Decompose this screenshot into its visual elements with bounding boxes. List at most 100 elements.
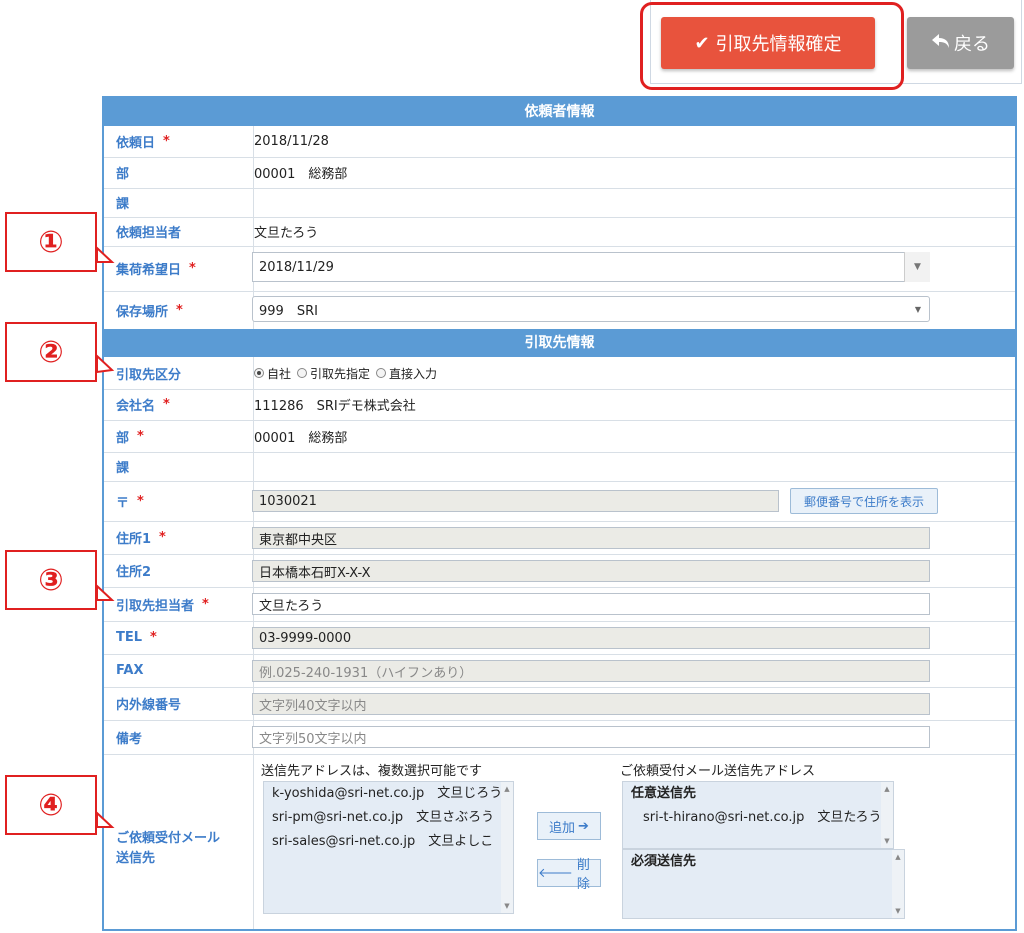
row-storage: 保存場所 * 999 SRI ▼ (104, 291, 1015, 329)
company-value: 111286 SRIデモ株式会社 (254, 399, 416, 414)
contact-text: 文旦たろう (259, 598, 324, 614)
date-dropdown-icon[interactable]: ▼ (904, 252, 930, 282)
pickup-type-radios: 自社 引取先指定 直接入力 (254, 357, 443, 389)
label: 課 (116, 197, 130, 212)
delete-button[interactable]: 🡐 削除 (537, 858, 601, 892)
radio-label: 直接入力 (389, 366, 438, 381)
label: 課 (116, 461, 130, 476)
fax-input[interactable]: 例.025-240-1931（ハイフンあり） (252, 660, 930, 682)
fax-placeholder: 例.025-240-1931（ハイフンあり） (259, 665, 473, 681)
radio-own-company[interactable]: 自社 (254, 365, 291, 382)
address2-input[interactable]: 日本橋本石町X-X-X (252, 560, 930, 582)
label: 依頼担当者 (116, 226, 182, 241)
scroll-down-icon: ▼ (884, 837, 890, 845)
radio-designated[interactable]: 引取先指定 (297, 365, 370, 382)
undo-arrow-icon (931, 33, 951, 54)
candidate-listbox[interactable]: k-yoshida@sri-net.co.jp 文旦じろう sri-pm@sri… (263, 781, 514, 914)
label: 住所2 (116, 565, 152, 580)
scrollbar[interactable]: ▲ ▼ (892, 850, 904, 918)
scroll-down-icon: ▼ (504, 902, 510, 910)
request-form: 依頼者情報 依頼日 * 2018/11/28 部 00001 総務部 課 依頼担当… (102, 96, 1017, 931)
row-tel: TEL * 03-9999-0000 (104, 621, 1015, 655)
row-pickup-dept: 部 * 00001 総務部 (104, 420, 1015, 453)
candidate-caption: 送信先アドレスは、複数選択可能です (261, 764, 483, 779)
label: 住所1 (116, 532, 152, 547)
row-pickup-date: 集荷希望日 * 2018/11/29 ▼ (104, 246, 1015, 292)
radio-unchecked-icon (297, 368, 308, 378)
extension-placeholder: 文字列40文字以内 (259, 698, 367, 714)
required-mark: * (176, 302, 183, 318)
label: 引取先区分 (116, 367, 182, 383)
add-button[interactable]: 追加 ➔ (537, 812, 601, 840)
scrollbar[interactable]: ▲ ▼ (501, 782, 513, 913)
required-recipient-listbox[interactable]: 必須送信先 ▲ ▼ (622, 849, 905, 919)
optional-recipient-listbox[interactable]: 任意送信先 sri-t-hirano@sri-net.co.jp 文旦たろう ▲… (622, 781, 894, 849)
required-mark: * (189, 261, 196, 276)
row-address1: 住所1 * 東京都中央区 (104, 521, 1015, 555)
row-contact: 引取先担当者 * 文旦たろう (104, 587, 1015, 622)
memo-input[interactable]: 文字列50文字以内 (252, 726, 930, 748)
required-mark: * (163, 134, 170, 149)
contact-input[interactable]: 文旦たろう (252, 593, 930, 615)
row-request-date: 依頼日 * 2018/11/28 (104, 126, 1015, 158)
address2-text: 日本橋本石町X-X-X (259, 565, 371, 581)
callout-3: ③ (5, 550, 97, 610)
callout-4-pointer (96, 810, 115, 828)
required-mark: * (202, 596, 209, 612)
pickup-dept-value: 00001 総務部 (254, 430, 348, 446)
label: 依頼日 (116, 136, 156, 151)
row-zip: 〒 * 1030021 郵便番号で住所を表示 (104, 481, 1015, 522)
row-pickup-section: 課 (104, 452, 1015, 482)
label: 備考 (116, 731, 143, 747)
radio-label: 引取先指定 (310, 366, 371, 381)
row-fax: FAX 例.025-240-1931（ハイフンあり） (104, 654, 1015, 688)
scroll-up-icon: ▲ (895, 853, 901, 861)
label: 会社名 (116, 399, 156, 414)
label: 引取先担当者 (116, 598, 195, 614)
recipient-caption: ご依頼受付メール送信先アドレス (620, 764, 816, 779)
label: 集荷希望日 (116, 263, 182, 278)
memo-placeholder: 文字列50文字以内 (259, 731, 367, 747)
list-item[interactable]: sri-sales@sri-net.co.jp 文旦よしこ (264, 830, 513, 854)
tel-input[interactable]: 03-9999-0000 (252, 627, 930, 649)
row-section: 課 (104, 188, 1015, 218)
radio-checked-icon (254, 368, 264, 378)
list-item[interactable]: sri-pm@sri-net.co.jp 文旦さぶろう (264, 806, 513, 830)
pickup-date-text: 2018/11/29 (259, 259, 334, 275)
back-button[interactable]: 戻る (907, 17, 1014, 69)
scroll-down-icon: ▼ (895, 907, 901, 915)
label: 部 (116, 430, 130, 446)
label: 部 (116, 167, 130, 182)
requester-value: 文旦たろう (254, 226, 319, 241)
row-memo: 備考 文字列50文字以内 (104, 720, 1015, 755)
required-mark: * (137, 428, 144, 444)
radio-direct-input[interactable]: 直接入力 (376, 365, 437, 382)
row-mail-recipients: ご依頼受付メール送信先 送信先アドレスは、複数選択可能です k-yoshida@… (104, 754, 1015, 929)
row-extension: 内外線番号 文字列40文字以内 (104, 687, 1015, 721)
delete-label: 削除 (576, 858, 590, 892)
list-item[interactable]: sri-t-hirano@sri-net.co.jp 文旦たろう (623, 806, 893, 830)
row-company: 会社名 * 111286 SRIデモ株式会社 (104, 389, 1015, 421)
extension-input[interactable]: 文字列40文字以内 (252, 693, 930, 715)
row-address2: 住所2 日本橋本石町X-X-X (104, 554, 1015, 588)
label: 〒 (116, 495, 130, 511)
row-requester: 依頼担当者 文旦たろう (104, 217, 1015, 247)
requester-section-header: 依頼者情報 (104, 98, 1015, 126)
zip-input[interactable]: 1030021 (252, 490, 779, 512)
address1-input[interactable]: 東京都中央区 (252, 527, 930, 549)
list-item[interactable]: k-yoshida@sri-net.co.jp 文旦じろう (264, 782, 513, 806)
scrollbar[interactable]: ▲ ▼ (881, 782, 893, 848)
request-date-value: 2018/11/28 (254, 134, 329, 149)
arrow-left-icon: 🡐 (538, 866, 573, 881)
zip-lookup-button[interactable]: 郵便番号で住所を表示 (790, 488, 938, 514)
storage-select[interactable]: 999 SRI ▼ (252, 296, 930, 322)
scroll-up-icon: ▲ (504, 785, 510, 793)
pickup-section-header: 引取先情報 (104, 329, 1015, 357)
label: TEL (116, 630, 143, 645)
arrow-right-icon: ➔ (578, 818, 589, 834)
scroll-up-icon: ▲ (884, 785, 890, 793)
pickup-date-input[interactable]: 2018/11/29 (252, 252, 930, 282)
dept-value: 00001 総務部 (254, 167, 348, 182)
row-pickup-type: 引取先区分 自社 引取先指定 直接入力 (104, 357, 1015, 390)
label: ご依頼受付メール送信先 (116, 831, 221, 866)
